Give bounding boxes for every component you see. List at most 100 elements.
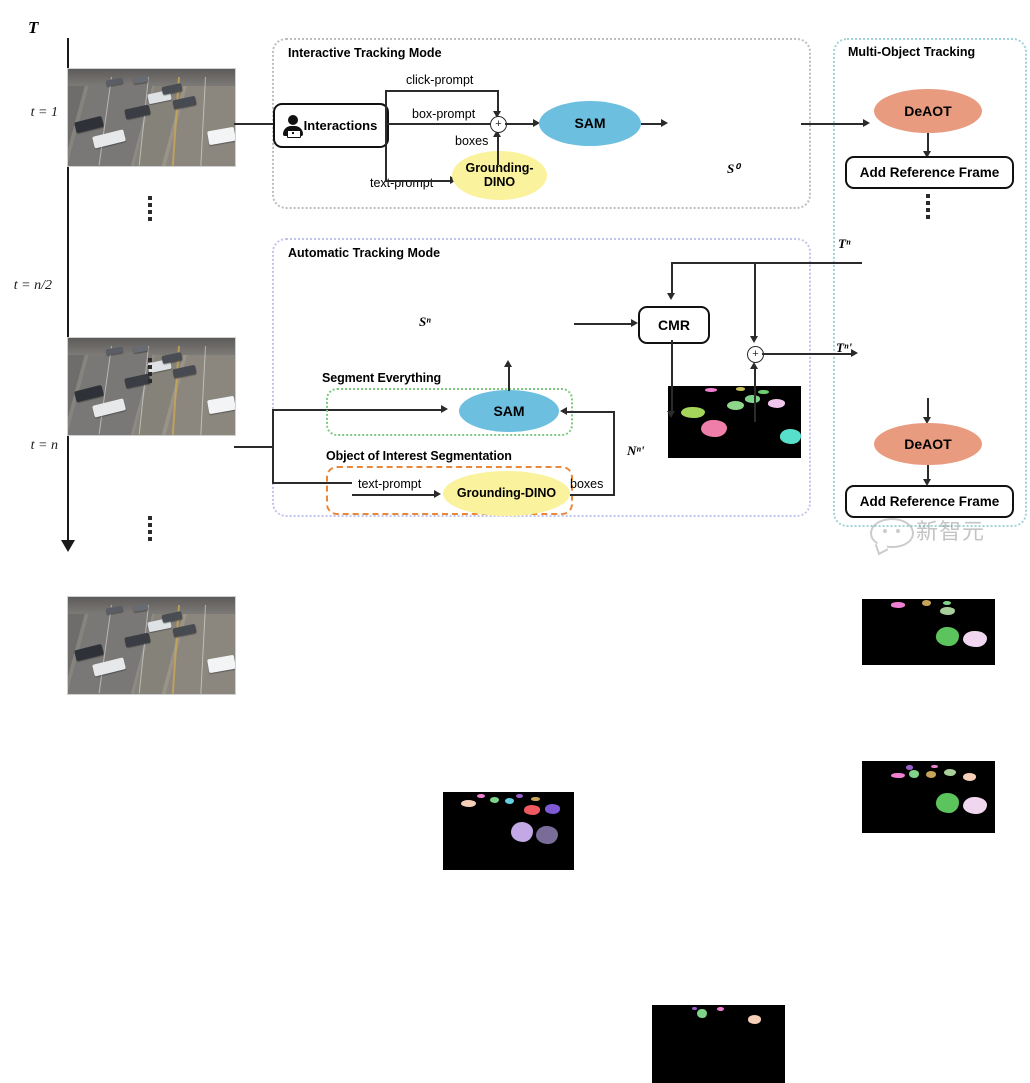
arrow-head (667, 411, 675, 418)
segmentation-blob (536, 825, 559, 845)
connector-text-branch-vert (385, 123, 387, 181)
connector-frame-to-interactions (234, 123, 278, 125)
timeline-tick-t1: t = 1 (30, 105, 58, 120)
deaot-label: DeAOT (904, 435, 952, 452)
video-frame-tn (67, 596, 236, 695)
segmentation-blob (891, 602, 905, 608)
connector-gdino-boxes-right (570, 494, 615, 496)
segmentation-blob (516, 794, 523, 799)
sam-label: SAM (493, 402, 525, 419)
segmentation-blob (504, 798, 514, 805)
text-prompt-label-interactive: text-prompt (370, 176, 434, 190)
sam-label: SAM (574, 115, 606, 132)
segmentation-blob (545, 804, 560, 814)
mask-label-tn: Tⁿ (838, 236, 851, 251)
timeline-arrow-head (61, 540, 75, 552)
segment-everything-title: Segment Everything (322, 371, 442, 385)
segmentation-blob (905, 765, 913, 770)
connector-text-branch-horiz (385, 180, 451, 182)
arrow-head (750, 362, 758, 369)
grounding-dino-node-interactive[interactable]: Grounding-DINO (452, 151, 547, 200)
mask-image-sn (443, 792, 574, 870)
mask-image-tn (862, 599, 995, 665)
segmentation-blob (908, 769, 920, 778)
watermark-face-icon (870, 518, 914, 548)
add-reference-frame-node-top[interactable]: Add Reference Frame (845, 156, 1014, 189)
grounding-dino-label: Grounding-DINO (456, 485, 557, 500)
cmr-node[interactable]: CMR (638, 306, 710, 344)
segmentation-blob (963, 797, 988, 815)
mask-label-nn: Nⁿ' (627, 443, 645, 458)
text-prompt-label-automatic: text-prompt (358, 477, 422, 491)
segmentation-blob (490, 796, 500, 803)
timeline-ellipsis (148, 516, 152, 541)
segmentation-blob (477, 794, 485, 799)
arrow-head (661, 119, 668, 127)
deaot-node-bottom[interactable]: DeAOT (874, 423, 982, 465)
connector-tn-out-left (820, 262, 862, 264)
segmentation-blob (691, 1006, 698, 1011)
segmentation-blob (891, 772, 905, 779)
connector-cmr-to-nn (671, 340, 673, 414)
arrow-head (750, 336, 758, 343)
arrow-head (504, 360, 512, 367)
add-reference-frame-label: Add Reference Frame (859, 165, 1000, 180)
segmentation-blob (717, 1007, 724, 1012)
segmentation-blob (461, 799, 476, 807)
connector-bus-down-to-plus (754, 262, 756, 338)
connector-boxes-into-sam (566, 411, 614, 413)
arrow-head (851, 349, 858, 357)
timeline-tick-tn: t = n (30, 438, 58, 453)
connector-sam-to-sn (508, 364, 510, 391)
box-prompt-label: box-prompt (412, 107, 476, 121)
mask-image-tn-prime (862, 761, 995, 833)
segmentation-blob (511, 821, 534, 842)
mask-label-s0: S⁰ (727, 161, 740, 176)
automatic-tracking-mode-title: Automatic Tracking Mode (288, 246, 441, 260)
connector-nn-to-plus (754, 366, 756, 422)
timeline-tick-tn2: t = n/2 (13, 278, 52, 293)
connector-click-branch-top (385, 90, 498, 92)
segmentation-blob (963, 630, 988, 648)
segmentation-blob (530, 796, 540, 802)
deaot-node-top[interactable]: DeAOT (874, 89, 982, 133)
connector-bus-down-to-cmr (671, 262, 673, 296)
boxes-label-interactive: boxes (455, 134, 489, 148)
arrow-head (560, 407, 567, 415)
interactive-tracking-mode-title: Interactive Tracking Mode (288, 46, 442, 60)
connector-interactions-out (385, 123, 498, 125)
video-frame-tn2 (67, 337, 236, 436)
timeline-ellipsis (148, 358, 152, 383)
arrow-head (631, 319, 638, 327)
watermark-logo: 新智元 (868, 512, 1018, 554)
segmentation-blob (931, 764, 938, 769)
timeline-ellipsis (148, 196, 152, 221)
person-laptop-dot (291, 132, 294, 134)
mask-label-sn: Sⁿ (419, 314, 431, 329)
segmentation-blob (925, 771, 937, 779)
watermark-text: 新智元 (916, 520, 986, 545)
segmentation-blob (936, 627, 960, 646)
mask-image-nn (652, 1005, 785, 1083)
connector-text-to-gdino-auto (352, 494, 438, 496)
plus-symbol: + (752, 348, 759, 360)
segmentation-blob (747, 1015, 762, 1024)
connector-gdino-boxes-up (497, 133, 499, 165)
connector-sn-to-cmr (574, 323, 635, 325)
arrow-head (434, 490, 441, 498)
segmentation-blob (944, 768, 957, 777)
segmentation-blob (943, 600, 952, 605)
grounding-dino-label: Grounding-DINO (465, 161, 534, 189)
watermark-eye (883, 529, 887, 533)
connector-click-branch-vert (385, 90, 387, 124)
connector-plus-to-tnprime (762, 353, 854, 355)
sam-node-automatic[interactable]: SAM (459, 390, 559, 432)
interactions-node[interactable]: Interactions (273, 103, 389, 148)
cmr-label: CMR (658, 317, 690, 333)
segmentation-blob (697, 1008, 707, 1019)
person-head (287, 115, 298, 125)
multi-object-tracking-title: Multi-Object Tracking (848, 45, 976, 59)
user-person-icon (282, 115, 303, 138)
sam-node-interactive[interactable]: SAM (539, 101, 641, 146)
grounding-dino-node-automatic[interactable]: Grounding-DINO (443, 471, 570, 516)
